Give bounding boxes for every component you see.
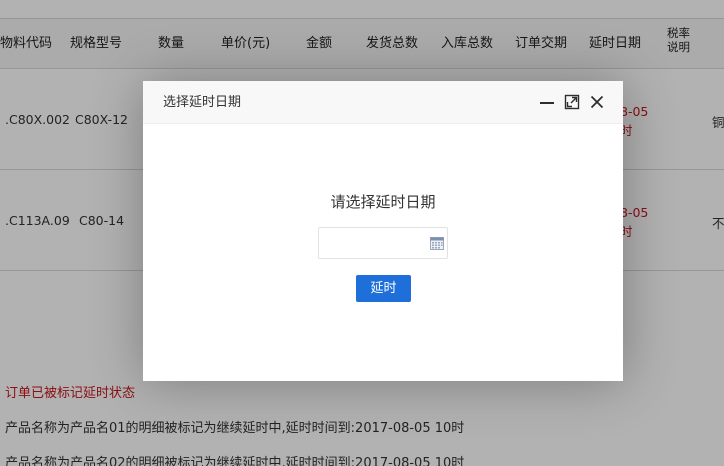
calendar-icon[interactable] [430,236,444,250]
close-icon[interactable] [589,94,605,110]
delay-date-input[interactable] [318,227,448,259]
maximize-icon[interactable] [564,94,580,110]
dialog-title: 选择延时日期 [163,95,242,110]
delay-date-dialog: 选择延时日期 请选择延时日期 延时 [143,81,623,381]
minimize-icon[interactable] [539,94,555,110]
dialog-prompt: 请选择延时日期 [330,193,436,211]
dialog-header[interactable]: 选择延时日期 [143,81,623,124]
delay-confirm-button[interactable]: 延时 [356,275,411,302]
